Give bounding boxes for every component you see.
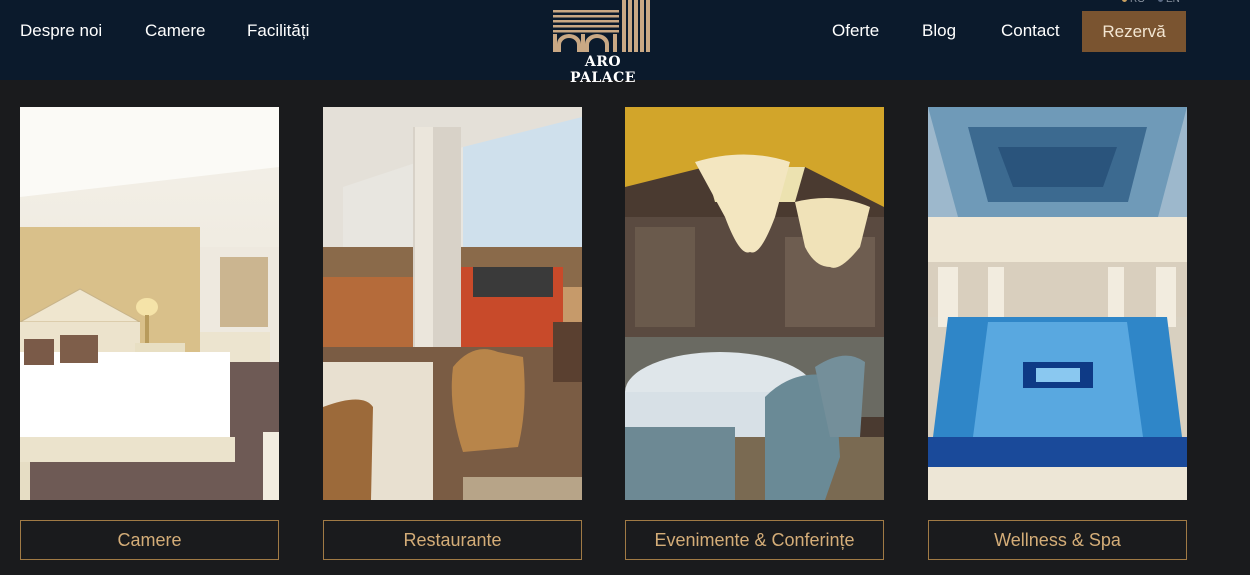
flag-ro-icon [1122, 0, 1127, 2]
category-button-camere[interactable]: Camere [20, 520, 279, 560]
hotel-room-photo[interactable] [20, 107, 279, 500]
indoor-pool-image [928, 107, 1187, 500]
nav-link-contact[interactable]: Contact [1001, 20, 1060, 42]
ballroom-photo[interactable] [625, 107, 884, 500]
flag-en-icon [1158, 0, 1163, 2]
aro-palace-logo[interactable]: ARO PALACE [551, 0, 655, 86]
language-label-ro: RO [1130, 0, 1145, 5]
restaurant-image [323, 107, 582, 500]
book-now-button[interactable]: Rezervă [1082, 11, 1186, 52]
ballroom-image [625, 107, 884, 500]
category-button-restaurante[interactable]: Restaurante [323, 520, 582, 560]
language-option-en[interactable]: EN [1158, 0, 1180, 6]
language-label-en: EN [1166, 0, 1180, 5]
logo-wordmark: ARO PALACE [570, 54, 636, 86]
indoor-pool-photo[interactable] [928, 107, 1187, 500]
nav-link-despre-noi[interactable]: Despre noi [20, 20, 102, 42]
nav-link-blog[interactable]: Blog [922, 20, 956, 42]
category-button-evenimente[interactable]: Evenimente & Conferințe [625, 520, 884, 560]
nav-link-oferte[interactable]: Oferte [832, 20, 879, 42]
hotel-room-image [20, 107, 279, 500]
nav-link-facilitati[interactable]: Facilități [247, 20, 309, 42]
restaurant-photo[interactable] [323, 107, 582, 500]
nav-link-camere[interactable]: Camere [145, 20, 205, 42]
top-navigation-bar: Despre noi Camere Facilități ARO PALACE … [0, 0, 1250, 86]
palace-building-icon [553, 0, 650, 52]
language-option-ro[interactable]: RO [1122, 0, 1145, 6]
category-button-wellness[interactable]: Wellness & Spa [928, 520, 1187, 560]
